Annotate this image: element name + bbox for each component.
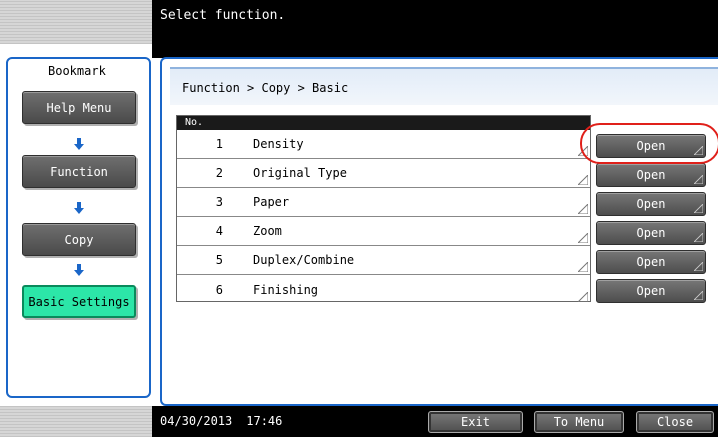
list-item[interactable]: 1 Density: [177, 130, 590, 159]
top-left-panel: [0, 0, 152, 44]
bookmark-panel: Bookmark Help Menu Function Copy Basic S…: [6, 57, 151, 398]
corner-triangle-icon: [578, 175, 588, 185]
bookmark-help-menu-button[interactable]: Help Menu: [22, 91, 136, 124]
open-button-label: Open: [636, 284, 666, 298]
open-button-label: Open: [636, 197, 666, 211]
arrow-down-icon: [74, 138, 84, 150]
corner-triangle-icon: [694, 233, 703, 242]
item-label: Original Type: [253, 166, 347, 180]
bookmark-title: Bookmark: [48, 64, 106, 78]
item-number: 6: [215, 282, 223, 297]
item-label: Finishing: [253, 282, 319, 297]
corner-triangle-icon: [694, 146, 703, 155]
corner-triangle-icon: [694, 291, 703, 300]
item-number: 2: [215, 166, 223, 180]
item-number: 5: [215, 253, 223, 267]
open-button-label: Open: [636, 255, 666, 269]
corner-triangle-icon: [578, 292, 588, 302]
open-button-label: Open: [636, 168, 666, 182]
list-item[interactable]: 4 Zoom: [177, 217, 590, 246]
status-bar: 04/30/2013 17:46 Exit To Menu Close: [152, 406, 718, 437]
to-menu-button[interactable]: To Menu: [534, 411, 624, 433]
open-button-density[interactable]: Open: [596, 134, 706, 158]
breadcrumb: Function > Copy > Basic: [170, 67, 718, 105]
bookmark-function-button[interactable]: Function: [22, 155, 136, 188]
bottom-left-panel: [0, 406, 152, 437]
breadcrumb-text: Function > Copy > Basic: [182, 81, 349, 95]
corner-triangle-icon: [694, 262, 703, 271]
close-button[interactable]: Close: [636, 411, 714, 433]
item-number: 4: [215, 224, 223, 238]
corner-triangle-icon: [578, 146, 588, 156]
open-button-label: Open: [636, 226, 666, 240]
list-header-label: No.: [185, 117, 204, 128]
corner-triangle-icon: [578, 262, 588, 272]
item-number: 3: [215, 195, 223, 209]
bookmark-copy-button[interactable]: Copy: [22, 223, 136, 256]
exit-button[interactable]: Exit: [428, 411, 523, 433]
message-bar: Select function.: [152, 0, 718, 58]
corner-triangle-icon: [578, 204, 588, 214]
bookmark-basic-settings-label: Basic Settings: [28, 294, 130, 309]
open-button-original-type[interactable]: Open: [596, 163, 706, 187]
bookmark-function-label: Function: [50, 164, 108, 179]
list-item[interactable]: 3 Paper: [177, 188, 590, 217]
function-list: No. 1 Density 2 Original Type 3 Paper 4 …: [176, 115, 591, 302]
arrow-down-icon: [74, 202, 84, 214]
bookmark-copy-label: Copy: [64, 232, 94, 247]
close-button-label: Close: [656, 415, 694, 429]
open-button-label: Open: [636, 139, 666, 153]
corner-triangle-icon: [694, 204, 703, 213]
list-item[interactable]: 5 Duplex/Combine: [177, 246, 590, 275]
time-text: 17:46: [246, 414, 283, 428]
exit-button-label: Exit: [461, 415, 490, 429]
arrow-down-icon: [74, 264, 84, 276]
datetime: 04/30/2013 17:46: [160, 414, 282, 428]
open-button-finishing[interactable]: Open: [596, 279, 706, 303]
item-label: Zoom: [253, 224, 282, 238]
open-button-duplex-combine[interactable]: Open: [596, 250, 706, 274]
corner-triangle-icon: [578, 233, 588, 243]
main-panel: Function > Copy > Basic No. 1 Density 2 …: [160, 57, 718, 406]
date-text: 04/30/2013: [160, 414, 233, 428]
open-button-paper[interactable]: Open: [596, 192, 706, 216]
corner-triangle-icon: [694, 175, 703, 184]
open-button-zoom[interactable]: Open: [596, 221, 706, 245]
item-label: Duplex/Combine: [253, 253, 355, 267]
item-label: Paper: [253, 195, 290, 209]
bookmark-basic-settings-button[interactable]: Basic Settings: [22, 285, 136, 318]
to-menu-button-label: To Menu: [553, 415, 605, 429]
item-number: 1: [215, 137, 223, 151]
list-item[interactable]: 2 Original Type: [177, 159, 590, 188]
list-header: No.: [177, 116, 590, 130]
list-item[interactable]: 6 Finishing: [177, 275, 590, 304]
message-text: Select function.: [160, 8, 286, 23]
bookmark-help-menu-label: Help Menu: [46, 100, 112, 115]
item-label: Density: [253, 137, 304, 151]
